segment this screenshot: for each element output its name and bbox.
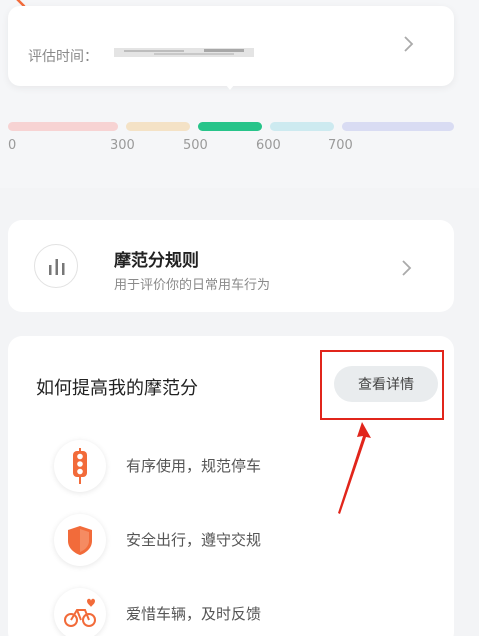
scale-tick: 700 [328, 138, 353, 153]
score-scale-bar [8, 122, 454, 134]
bar-chart-icon [34, 244, 78, 288]
scale-segment-5 [342, 122, 454, 131]
rules-title: 摩范分规则 [114, 251, 199, 271]
tip-item: 爱惜车辆，及时反馈 [54, 588, 434, 636]
scale-tick: 600 [256, 138, 281, 153]
scale-tick: 500 [183, 138, 208, 153]
score-rules-card[interactable]: 摩范分规则 用于评价你的日常用车行为 [8, 220, 454, 312]
tip-text: 安全出行，遵守交规 [126, 531, 262, 549]
shield-icon [54, 514, 106, 566]
traffic-light-icon [54, 440, 106, 492]
score-card[interactable]: 评估时间： [8, 6, 454, 86]
annotation-highlight-box [320, 350, 444, 420]
chevron-right-icon [404, 36, 414, 52]
score-pointer-icon [222, 80, 238, 90]
improve-title: 如何提高我的摩范分 [36, 378, 198, 399]
scale-tick: 300 [110, 138, 135, 153]
chevron-right-icon [402, 260, 412, 276]
scale-tick: 0 [8, 138, 17, 153]
annotation-arrow-icon [338, 422, 371, 514]
bicycle-heart-icon [54, 588, 106, 636]
scale-segment-4 [270, 122, 334, 131]
tip-text: 有序使用，规范停车 [126, 457, 262, 475]
rules-subtitle: 用于评价你的日常用车行为 [114, 278, 271, 293]
eval-time-value-redacted [114, 48, 254, 57]
scale-segment-3 [198, 122, 262, 131]
eval-time-label: 评估时间： [28, 49, 98, 65]
scale-segment-2 [126, 122, 190, 131]
scale-segment-1 [8, 122, 118, 131]
tip-text: 爱惜车辆，及时反馈 [126, 605, 262, 623]
tip-item: 安全出行，遵守交规 [54, 514, 434, 566]
